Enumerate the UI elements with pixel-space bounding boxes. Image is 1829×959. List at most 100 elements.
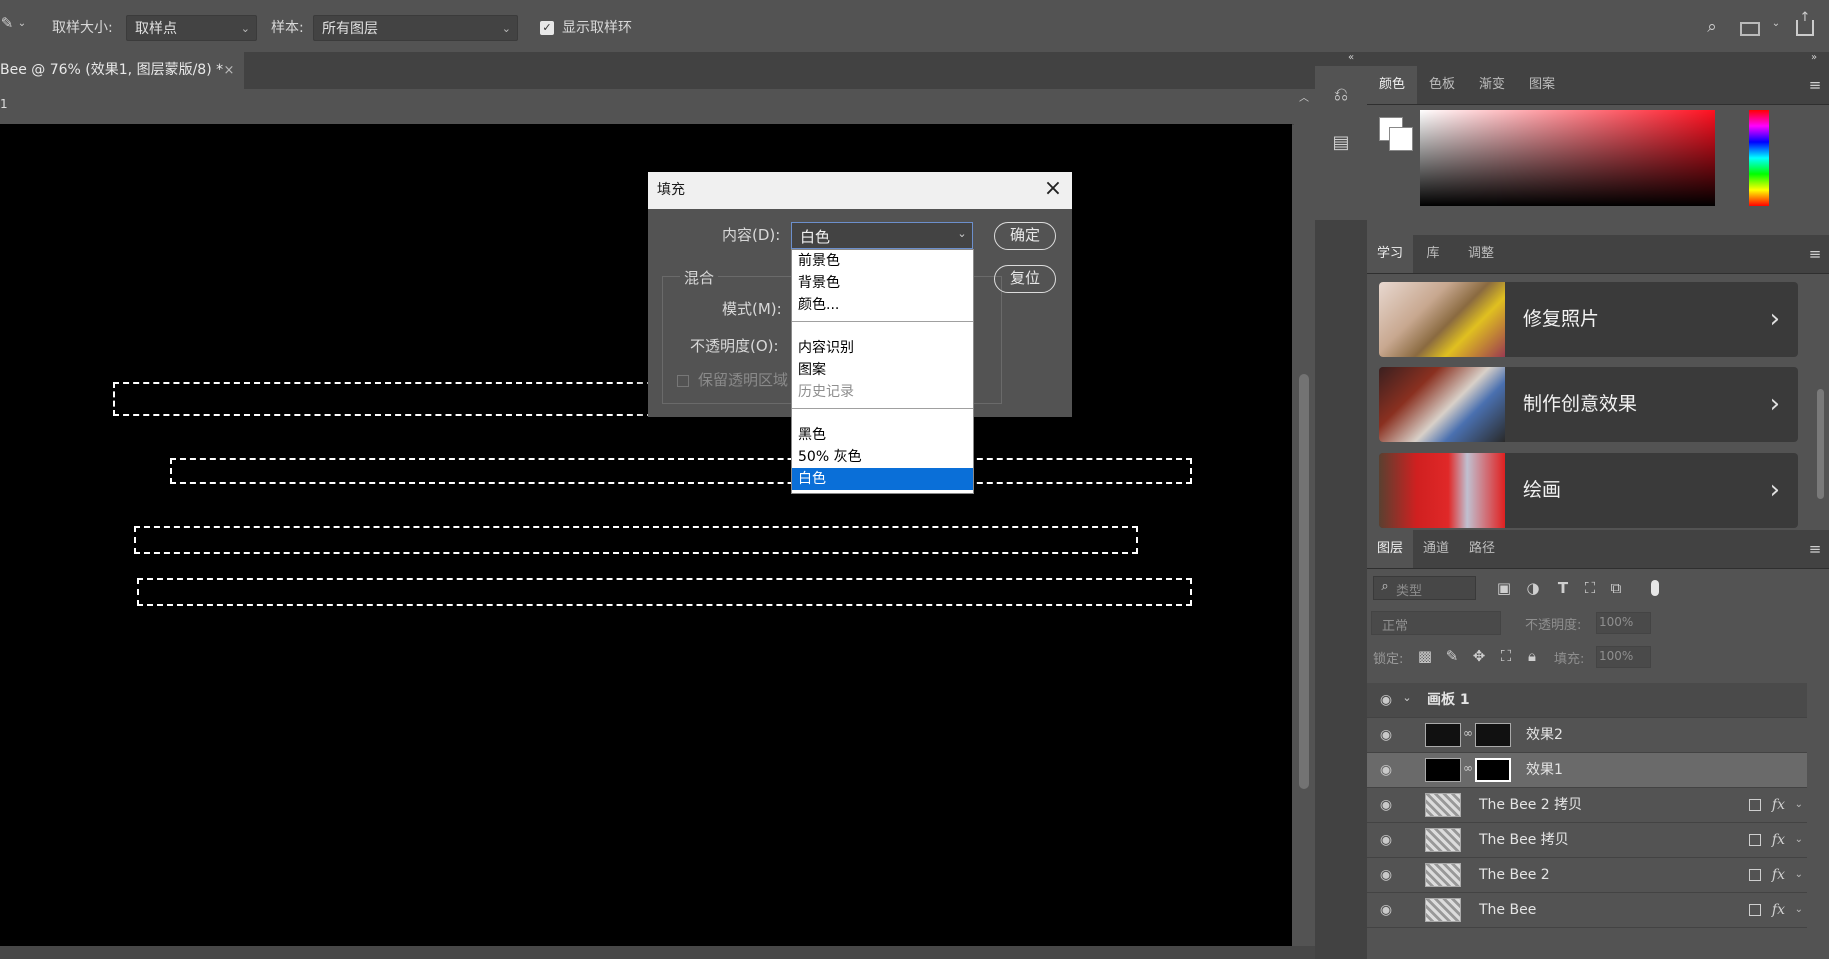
opacity-input[interactable]: 100% (1596, 612, 1651, 634)
option-pattern[interactable]: 图案 (792, 359, 973, 381)
visibility-eye-icon[interactable]: ◉ (1377, 761, 1395, 779)
ok-button[interactable]: 确定 (994, 222, 1056, 250)
lock-all-icon[interactable]: 🔒︎ (1524, 647, 1540, 665)
vertical-scrollbar[interactable]: ︿ (1294, 89, 1314, 946)
sample-select[interactable]: 所有图层 ⌄ (313, 15, 518, 41)
tab-paths[interactable]: 路径 (1459, 530, 1505, 568)
eyedropper-icon[interactable]: ✎ (0, 14, 14, 32)
horizontal-scrollbar[interactable] (0, 946, 1315, 959)
chevron-down-icon[interactable]: ⌄ (1795, 893, 1803, 927)
panel-menu-icon[interactable]: ≡ (1807, 540, 1823, 558)
selection-marquee (134, 526, 1138, 554)
option-content-aware[interactable]: 内容识别 (792, 337, 973, 359)
type-filter-icon[interactable]: T (1554, 579, 1572, 597)
preserve-transparency-checkbox[interactable] (677, 375, 689, 387)
visibility-eye-icon[interactable]: ◉ (1377, 866, 1395, 884)
option-gray50[interactable]: 50% 灰色 (792, 446, 973, 468)
smart-object-filter-icon[interactable]: ⧉ (1607, 579, 1625, 597)
fx-icon[interactable]: fx (1772, 788, 1785, 822)
layer-thumbnail (1425, 898, 1461, 922)
chevron-down-icon[interactable]: ⌄ (1770, 18, 1782, 29)
scroll-thumb[interactable] (1299, 374, 1309, 789)
link-icon[interactable]: ∞ (1463, 761, 1473, 775)
filter-toggle[interactable] (1651, 580, 1659, 596)
layer-row[interactable]: ◉ The Bee fx ⌄ (1367, 893, 1807, 928)
learn-item-creative-effects[interactable]: 制作创意效果 › (1379, 367, 1798, 442)
visibility-eye-icon[interactable]: ◉ (1377, 831, 1395, 849)
visibility-eye-icon[interactable]: ◉ (1377, 796, 1395, 814)
layer-mask-thumbnail[interactable] (1475, 723, 1511, 747)
chevron-down-icon[interactable]: ⌄ (1795, 788, 1803, 822)
visibility-eye-icon[interactable]: ◉ (1377, 691, 1395, 709)
collapse-icon[interactable]: « (1345, 52, 1357, 63)
canvas[interactable] (0, 124, 1292, 946)
visibility-eye-icon[interactable]: ◉ (1377, 726, 1395, 744)
fx-icon[interactable]: fx (1772, 823, 1785, 857)
content-select[interactable]: 白色 ⌄ (791, 222, 973, 249)
lock-artboard-icon[interactable]: ⛶ (1498, 647, 1514, 665)
chevron-down-icon[interactable]: ⌄ (1401, 691, 1413, 704)
option-black[interactable]: 黑色 (792, 424, 973, 446)
option-color[interactable]: 颜色... (792, 294, 973, 316)
scroll-up-icon[interactable]: ︿ (1298, 89, 1310, 104)
tab-layers[interactable]: 图层 (1367, 530, 1413, 568)
fx-icon[interactable]: fx (1772, 893, 1785, 927)
option-white[interactable]: 白色 (792, 468, 973, 490)
tab-adjustments[interactable]: 调整 (1453, 235, 1509, 273)
close-icon[interactable]: × (222, 52, 236, 89)
collapse-icon[interactable]: » (1807, 52, 1821, 63)
shape-filter-icon[interactable]: ⛶ (1581, 579, 1599, 597)
search-icon: ⌕ (1381, 579, 1389, 594)
layer-group-artboard[interactable]: ◉ ⌄ 画板 1 (1367, 683, 1807, 718)
tab-libraries[interactable]: 库 (1413, 235, 1453, 273)
lock-position-icon[interactable]: ✥ (1471, 647, 1487, 665)
layer-row-selected[interactable]: ◉ ∞ 效果1 (1367, 753, 1807, 788)
panel-menu-icon[interactable]: ≡ (1807, 76, 1823, 94)
background-swatch[interactable] (1389, 127, 1413, 151)
chevron-down-icon[interactable]: ⌄ (1795, 858, 1803, 892)
tab-swatches[interactable]: 色板 (1417, 66, 1467, 104)
sample-size-select[interactable]: 取样点 ⌄ (126, 15, 257, 41)
learn-item-repair-photo[interactable]: 修复照片 › (1379, 282, 1798, 357)
visibility-eye-icon[interactable]: ◉ (1377, 901, 1395, 919)
layer-thumbnail (1425, 758, 1461, 782)
layer-thumbnail (1425, 828, 1461, 852)
chevron-down-icon[interactable]: ⌄ (1795, 823, 1803, 857)
lock-paint-icon[interactable]: ✎ (1444, 647, 1460, 665)
fx-icon[interactable]: fx (1772, 858, 1785, 892)
show-ring-checkbox[interactable]: ✓ (540, 21, 554, 35)
layer-filter-select[interactable]: ⌕ 类型 (1373, 576, 1476, 600)
layer-mask-thumbnail[interactable] (1475, 758, 1511, 782)
search-icon[interactable]: ⌕ (1702, 17, 1722, 37)
document-tab[interactable]: Bee @ 76% (效果1, 图层蒙版/8) * × (0, 52, 244, 89)
blend-mode-select[interactable]: 正常 (1371, 611, 1501, 635)
tool-preset-chevron-icon[interactable]: ⌄ (16, 18, 28, 29)
learn-item-painting[interactable]: 绘画 › (1379, 453, 1798, 528)
tab-patterns[interactable]: 图案 (1517, 66, 1567, 104)
tab-color[interactable]: 颜色 (1367, 66, 1417, 104)
properties-icon[interactable]: ▤ (1329, 132, 1353, 153)
tab-gradients[interactable]: 渐变 (1467, 66, 1517, 104)
workspace-icon[interactable] (1740, 22, 1760, 36)
tab-channels[interactable]: 通道 (1413, 530, 1459, 568)
adjustment-filter-icon[interactable]: ◑ (1524, 579, 1542, 597)
panel-menu-icon[interactable]: ≡ (1807, 245, 1823, 263)
option-foreground[interactable]: 前景色 (792, 250, 973, 272)
hue-slider[interactable] (1749, 110, 1769, 206)
layer-row[interactable]: ◉ The Bee 2 拷贝 fx ⌄ (1367, 788, 1807, 823)
layer-row[interactable]: ◉ The Bee 拷贝 fx ⌄ (1367, 823, 1807, 858)
color-field[interactable] (1420, 110, 1715, 206)
learn-scrollbar[interactable] (1817, 389, 1824, 499)
link-icon[interactable]: ∞ (1463, 726, 1473, 740)
layer-row[interactable]: ◉ The Bee 2 fx ⌄ (1367, 858, 1807, 893)
content-select-value: 白色 (800, 228, 831, 246)
reset-button[interactable]: 复位 (994, 265, 1056, 293)
history-icon[interactable]: ⎌ (1329, 84, 1353, 105)
option-background[interactable]: 背景色 (792, 272, 973, 294)
fill-input[interactable]: 100% (1596, 646, 1651, 668)
tab-learn[interactable]: 学习 (1367, 235, 1413, 273)
close-icon[interactable]: × (1042, 176, 1064, 201)
layer-row[interactable]: ◉ ∞ 效果2 (1367, 718, 1807, 753)
image-filter-icon[interactable]: ▣ (1495, 579, 1513, 597)
lock-transparent-icon[interactable]: ▩ (1417, 647, 1433, 665)
